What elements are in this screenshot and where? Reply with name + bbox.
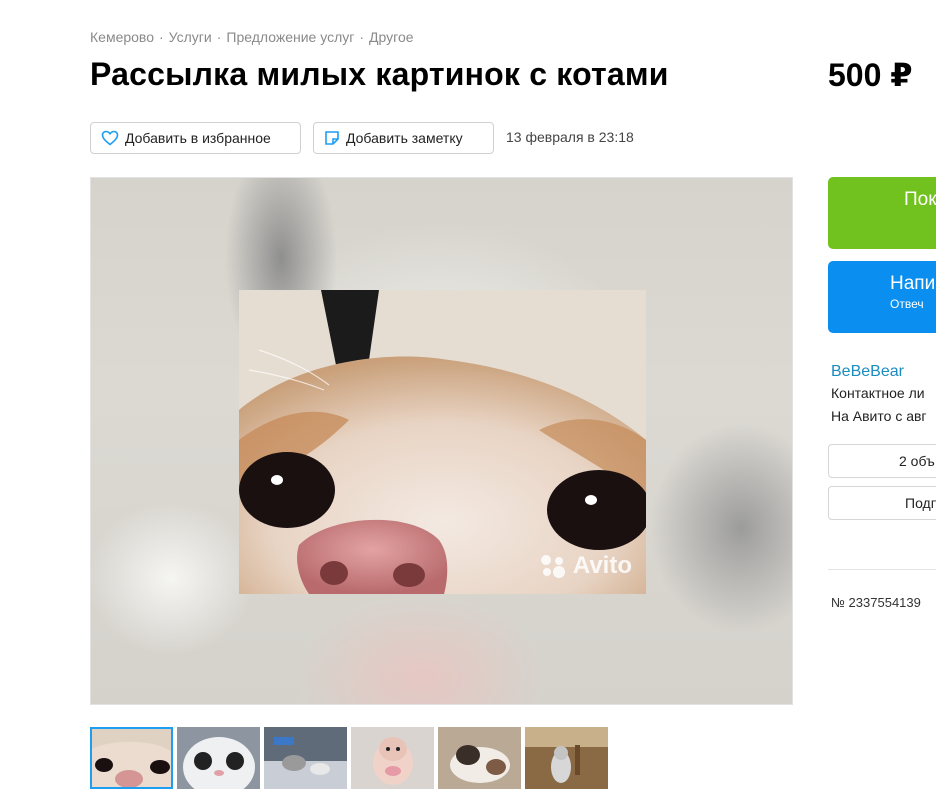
breadcrumb-other[interactable]: Другое [369, 29, 413, 45]
thumbnail-2[interactable] [177, 727, 260, 789]
breadcrumb-separator: · [216, 29, 222, 45]
thumbnail-5[interactable] [438, 727, 521, 789]
seller-ads-button[interactable]: 2 объ [828, 444, 936, 478]
add-to-favorites-button[interactable]: Добавить в избранное [90, 122, 301, 154]
breadcrumb-service-offers[interactable]: Предложение услуг [226, 29, 354, 45]
subscribe-button[interactable]: Подп [828, 486, 936, 520]
show-phone-label: Пок [904, 189, 936, 210]
write-message-sublabel: Отвеч [890, 297, 924, 311]
page-title: Рассылка милых картинок с котами [90, 56, 669, 92]
seller-ads-label: 2 объ [899, 453, 935, 469]
price: 500 ₽ [828, 57, 913, 93]
publish-date: 13 февраля в 23:18 [506, 129, 634, 145]
heart-icon [101, 130, 119, 146]
subscribe-label: Подп [905, 495, 936, 511]
seller-since: На Авито с авг [831, 408, 927, 424]
favorite-label: Добавить в избранное [125, 130, 271, 146]
add-note-button[interactable]: Добавить заметку [313, 122, 494, 154]
thumbnail-3[interactable] [264, 727, 347, 789]
divider [828, 569, 936, 570]
show-phone-button[interactable]: Пок [828, 177, 936, 249]
seller-contact-person: Контактное ли [831, 385, 925, 401]
write-message-button[interactable]: Напи Отвеч [828, 261, 936, 333]
note-label: Добавить заметку [346, 130, 463, 146]
note-icon [324, 130, 340, 146]
image-gallery[interactable]: Avito [90, 177, 793, 705]
watermark-text: Avito [572, 552, 632, 579]
breadcrumb-services[interactable]: Услуги [169, 29, 212, 45]
thumbnail-6[interactable] [525, 727, 608, 789]
seller-name-link[interactable]: BeBeBear [831, 363, 904, 381]
breadcrumb-separator: · [159, 29, 164, 45]
avito-watermark: Avito [539, 552, 632, 580]
ad-number: № 2337554139 [831, 595, 921, 610]
thumbnail-1[interactable] [90, 727, 173, 789]
thumbnail-4[interactable] [351, 727, 434, 789]
thumbnail-strip [90, 727, 612, 789]
breadcrumb-separator: · [359, 29, 365, 45]
cat-photo[interactable]: Avito [239, 290, 646, 594]
write-message-label: Напи [890, 273, 936, 294]
avito-logo-icon [540, 555, 565, 578]
breadcrumb-city[interactable]: Кемерово [90, 29, 154, 45]
breadcrumb: Кемерово · Услуги · Предложение услуг · Другое [90, 29, 414, 45]
cat-face-illustration [239, 290, 646, 594]
